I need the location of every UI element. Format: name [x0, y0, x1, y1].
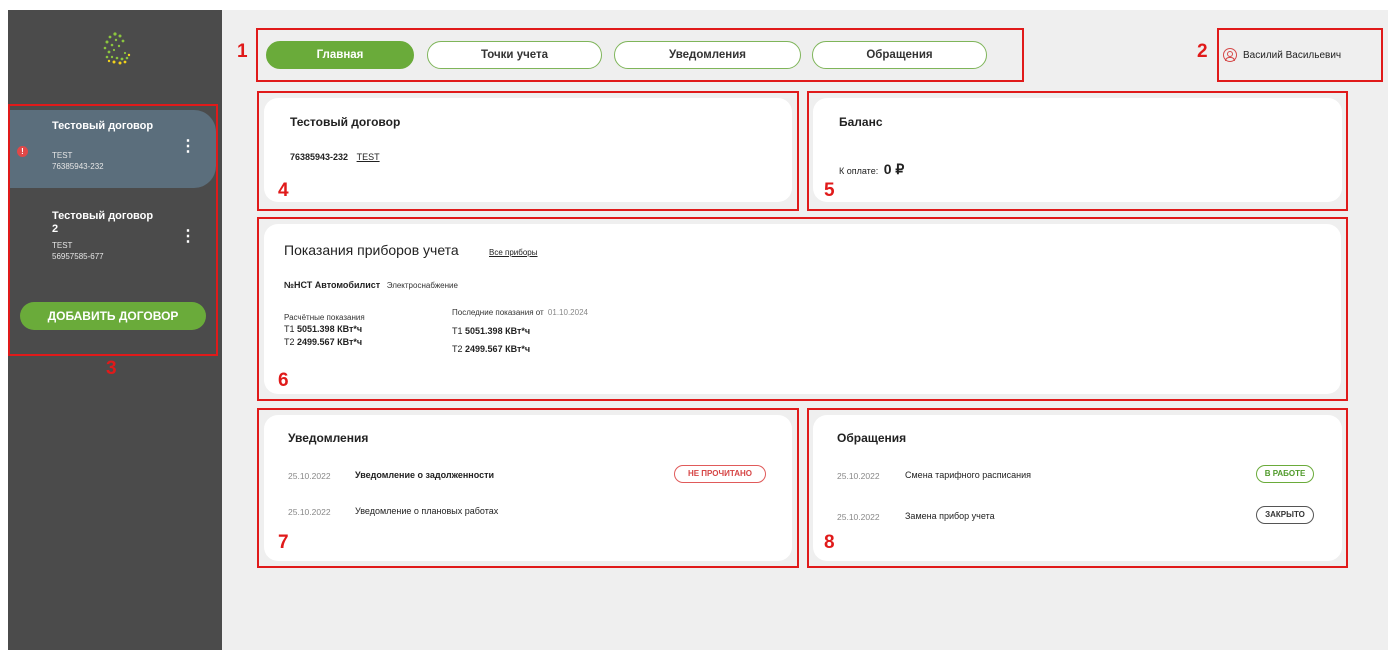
annotation-number: 1 — [237, 41, 248, 62]
annotation-number: 8 — [824, 532, 835, 553]
annotation-box-4 — [257, 91, 799, 211]
annotation-number: 2 — [1197, 41, 1208, 62]
annotation-number: 5 — [824, 180, 835, 201]
annotation-number: 6 — [278, 370, 289, 391]
annotation-box-1 — [256, 28, 1024, 82]
logo-icon — [103, 32, 131, 65]
annotation-box-3 — [8, 104, 218, 356]
annotation-box-5 — [807, 91, 1348, 211]
annotation-box-6 — [257, 217, 1348, 401]
annotation-box-8 — [807, 408, 1348, 568]
annotation-number: 4 — [278, 180, 289, 201]
annotation-number: 3 — [106, 358, 117, 379]
annotation-number: 7 — [278, 532, 289, 553]
annotation-box-7 — [257, 408, 799, 568]
annotation-box-2 — [1217, 28, 1383, 82]
